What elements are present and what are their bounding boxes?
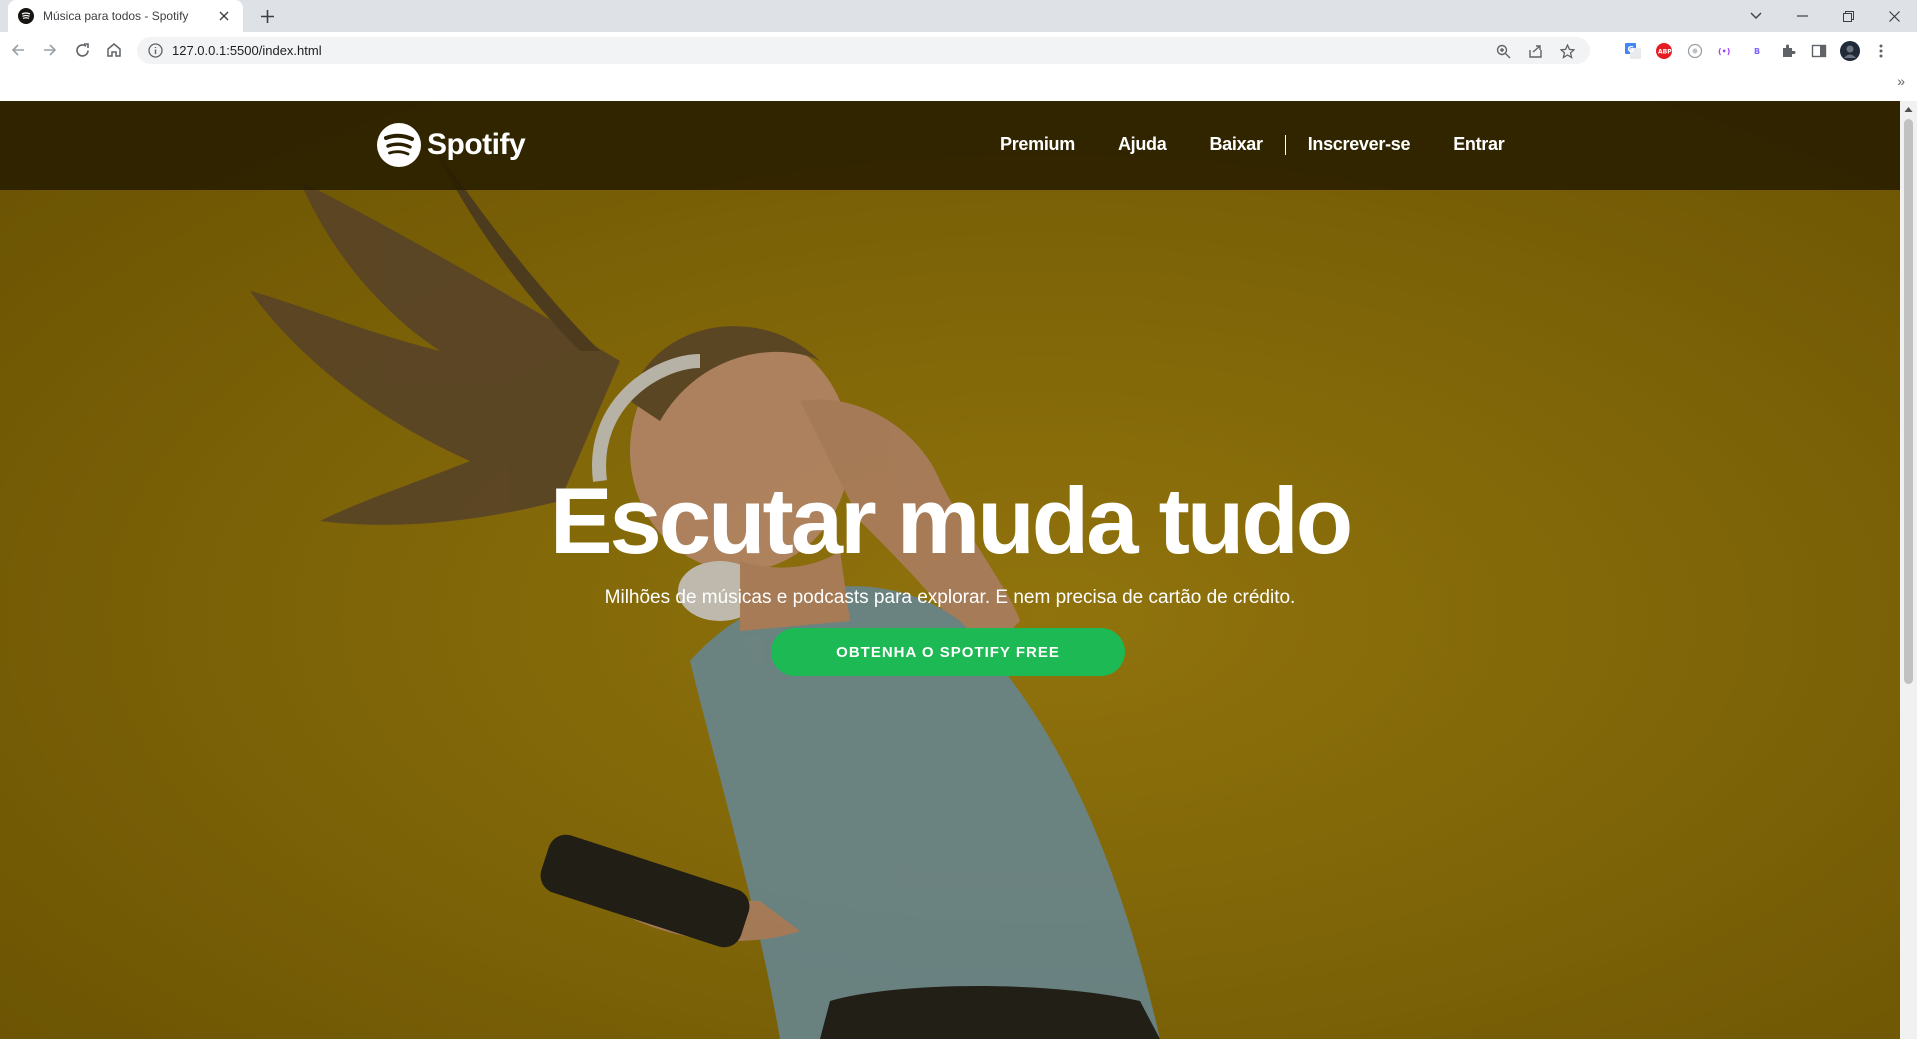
adblock-icon[interactable]: ABP — [1653, 40, 1675, 62]
scroll-thumb[interactable] — [1904, 119, 1913, 684]
extension-b-icon[interactable]: B — [1746, 40, 1768, 62]
hero-subtitle: Milhões de músicas e podcasts para explo… — [604, 587, 1296, 608]
address-bar[interactable]: 127.0.0.1:5500/index.html — [137, 37, 1590, 64]
extension-circle-icon[interactable] — [1684, 40, 1706, 62]
svg-text:G: G — [1628, 45, 1635, 54]
tab-title: Música para todos - Spotify — [43, 9, 189, 23]
spotify-icon — [18, 8, 34, 24]
spotify-logo[interactable]: Spotify — [377, 123, 526, 167]
nav-inscrever[interactable]: Inscrever-se — [1308, 134, 1411, 155]
bookmarks-bar: » — [0, 69, 1917, 101]
profile-avatar[interactable] — [1839, 40, 1861, 62]
close-window-icon[interactable] — [1871, 0, 1917, 32]
tab-strip: Música para todos - Spotify — [0, 0, 1917, 32]
scroll-up-icon[interactable] — [1904, 105, 1913, 114]
back-icon[interactable] — [4, 36, 32, 64]
page-scrollbar[interactable] — [1900, 101, 1917, 1039]
bookmarks-more-button[interactable]: » — [1897, 73, 1905, 89]
nav-entrar[interactable]: Entrar — [1453, 134, 1505, 155]
get-spotify-free-button[interactable]: OBTENHA O SPOTIFY FREE — [771, 628, 1125, 676]
svg-text:ABP: ABP — [1658, 49, 1672, 56]
svg-text:(•): (•) — [1718, 47, 1730, 56]
minimize-icon[interactable] — [1779, 0, 1825, 32]
page-viewport: Spotify Premium Ajuda Baixar Inscrever-s… — [0, 101, 1900, 1039]
url-text[interactable]: 127.0.0.1:5500/index.html — [172, 43, 322, 58]
info-icon[interactable] — [148, 43, 163, 58]
plus-icon[interactable] — [255, 4, 279, 28]
restore-icon[interactable] — [1825, 0, 1871, 32]
puzzle-icon[interactable] — [1777, 40, 1799, 62]
kebab-icon[interactable] — [1870, 40, 1892, 62]
site-header: Spotify Premium Ajuda Baixar Inscrever-s… — [0, 101, 1900, 190]
sidepanel-icon[interactable] — [1808, 40, 1830, 62]
spotify-icon — [377, 123, 421, 167]
svg-text:B: B — [1754, 47, 1760, 56]
tab-search-icon[interactable] — [1733, 0, 1779, 32]
close-icon[interactable] — [215, 7, 233, 25]
forward-icon[interactable] — [36, 36, 64, 64]
window-controls — [1733, 0, 1917, 32]
nav-premium[interactable]: Premium — [1000, 134, 1075, 155]
nav-divider — [1284, 134, 1286, 155]
extension-radio-icon[interactable]: (•) — [1715, 40, 1737, 62]
home-icon[interactable] — [100, 36, 128, 64]
zoom-icon[interactable] — [1492, 41, 1514, 61]
extensions-row: G ABP (•) B — [1622, 40, 1892, 62]
translate-extension-icon[interactable]: G — [1622, 40, 1644, 62]
active-tab[interactable]: Música para todos - Spotify — [8, 0, 243, 32]
hero-title: Escutar muda tudo — [549, 468, 1353, 573]
nav-ajuda[interactable]: Ajuda — [1118, 134, 1167, 155]
nav-baixar[interactable]: Baixar — [1209, 134, 1263, 155]
browser-toolbar: 127.0.0.1:5500/index.html G ABP (•) B — [0, 32, 1917, 69]
site-nav: Premium Ajuda Baixar Inscrever-se Entrar — [1000, 134, 1505, 155]
reload-icon[interactable] — [68, 36, 96, 64]
star-icon[interactable] — [1556, 41, 1578, 61]
share-icon[interactable] — [1524, 41, 1546, 61]
brand-name: Spotify — [427, 128, 526, 161]
